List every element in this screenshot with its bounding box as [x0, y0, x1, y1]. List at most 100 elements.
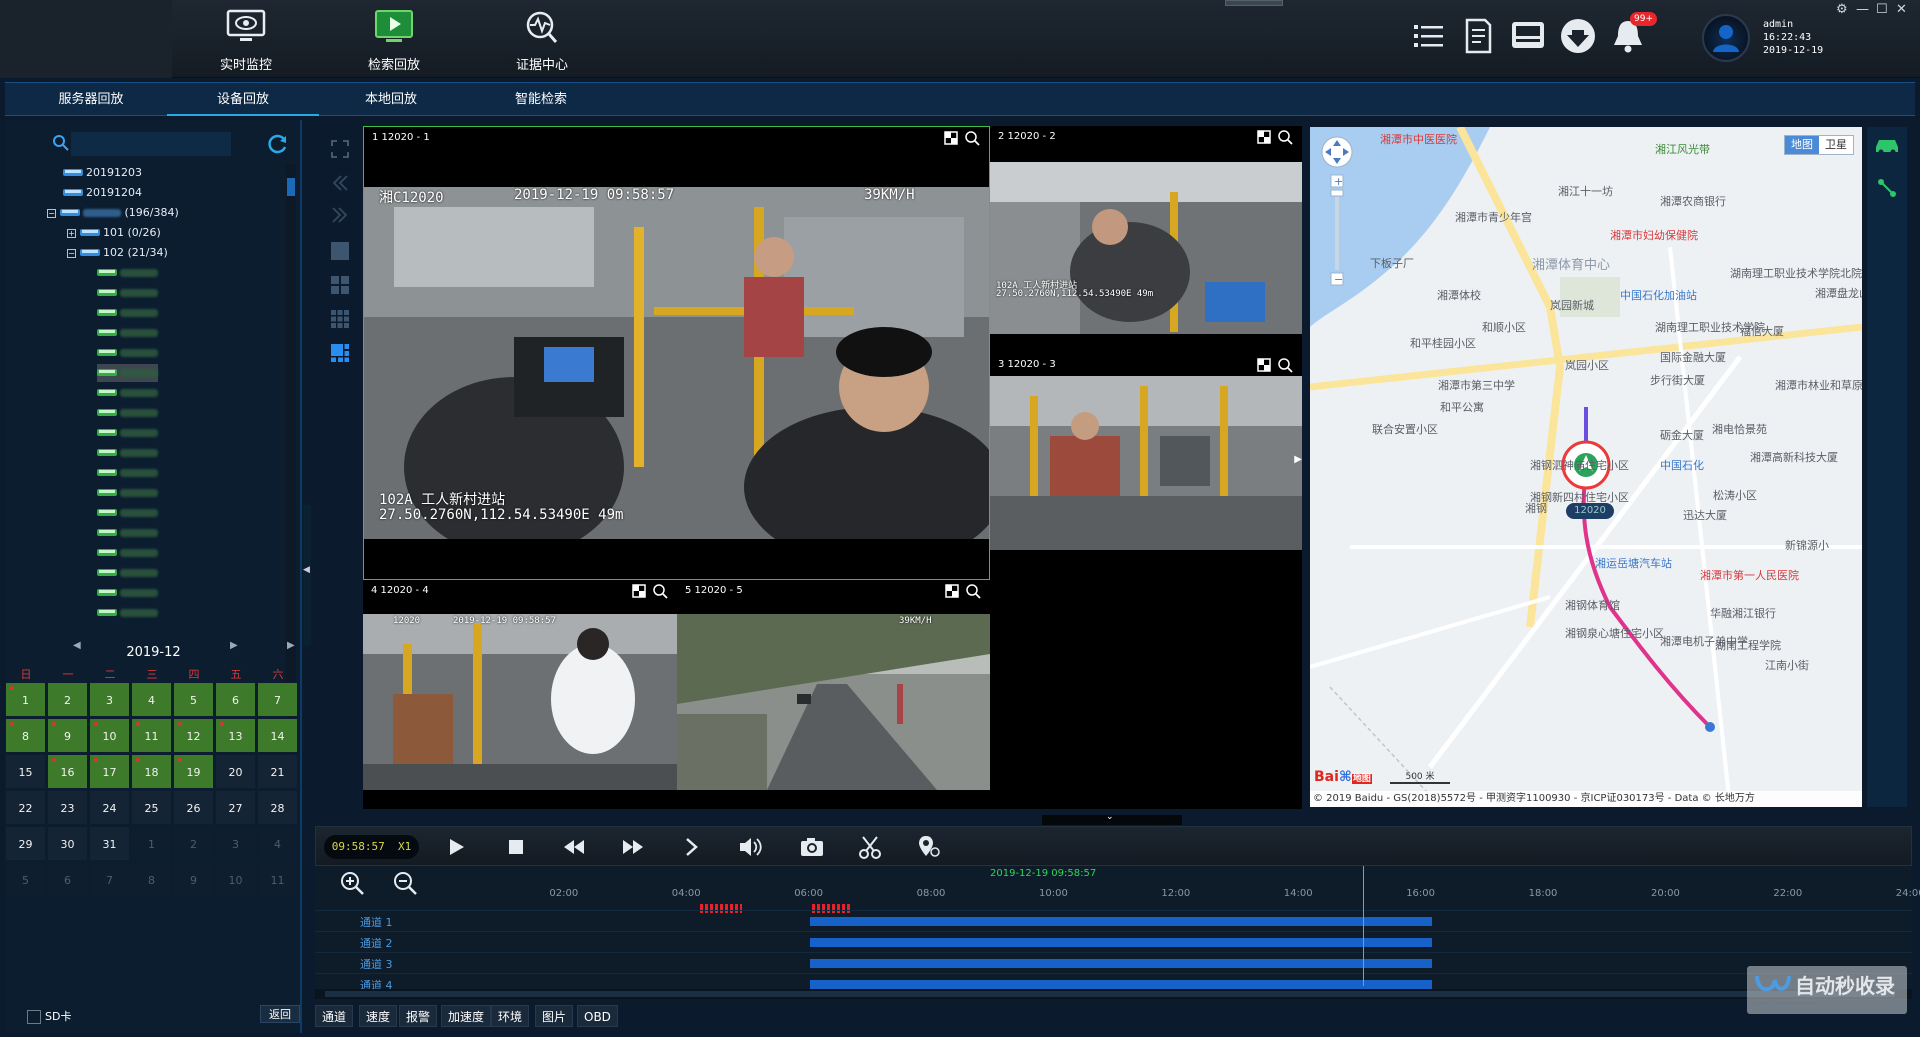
- calendar-day[interactable]: 17: [89, 754, 130, 789]
- tree-vehicle-item[interactable]: [97, 484, 158, 502]
- volume-icon[interactable]: [736, 833, 764, 861]
- data-tab[interactable]: 环境: [491, 1005, 530, 1027]
- calendar-day[interactable]: 11: [257, 862, 298, 897]
- video-cell-2[interactable]: 2 12020 - 2 102A 工人新村进站 27.50.2760N,112.…: [990, 126, 1302, 354]
- tree-vehicle-item[interactable]: [97, 304, 158, 322]
- map-type-map[interactable]: 地图: [1785, 136, 1819, 154]
- map-type-satellite[interactable]: 卫星: [1819, 136, 1853, 154]
- tree-vehicle-item[interactable]: [97, 584, 158, 602]
- video-cell-3[interactable]: 3 12020 - 3 ▶: [990, 354, 1302, 580]
- maximize-icon[interactable]: ☐: [1876, 2, 1888, 17]
- tree-vehicle-item[interactable]: [97, 504, 158, 522]
- scissors-icon[interactable]: [856, 833, 884, 861]
- calendar-day[interactable]: 7: [257, 682, 298, 717]
- next-year-icon[interactable]: ▶: [287, 640, 295, 651]
- tree-vehicle-item[interactable]: [97, 544, 158, 562]
- calendar-day[interactable]: 30: [47, 826, 88, 861]
- map-poi-label[interactable]: 湖南工程学院: [1715, 637, 1781, 653]
- layout-6-icon[interactable]: [330, 343, 350, 363]
- tab-device-playback[interactable]: 设备回放: [167, 83, 319, 116]
- car-icon[interactable]: [1873, 135, 1901, 155]
- map-poi-label[interactable]: 江南小街: [1765, 657, 1809, 673]
- chevron-right-icon[interactable]: ▶: [1294, 454, 1302, 465]
- tree-vehicle-item[interactable]: [97, 364, 158, 382]
- video-cell-5[interactable]: 5 12020 - 5 39KM/H: [677, 580, 990, 807]
- tree-route[interactable]: − 102 (21/34): [67, 244, 168, 262]
- calendar-day[interactable]: 12: [173, 718, 214, 753]
- collapse-icon[interactable]: −: [47, 208, 56, 218]
- layout-9-icon[interactable]: [330, 309, 350, 329]
- tree-vehicle-item[interactable]: [97, 384, 158, 402]
- fast-forward-icon[interactable]: [619, 833, 647, 861]
- channel-label[interactable]: 通道 3: [360, 956, 393, 972]
- vehicle-marker-label[interactable]: 12020: [1566, 503, 1614, 519]
- calendar-day[interactable]: 31: [89, 826, 130, 861]
- tree-vehicle-item[interactable]: [97, 424, 158, 442]
- tree-item-date[interactable]: 20191203: [63, 164, 142, 182]
- nav-evidence-center[interactable]: 证据中心: [468, 0, 616, 78]
- map-poi-label[interactable]: 湘钢泗神庙住宅小区: [1530, 457, 1629, 473]
- calendar-day[interactable]: 6: [47, 862, 88, 897]
- tree-vehicle-item[interactable]: [97, 344, 158, 362]
- calendar-day[interactable]: 5: [173, 682, 214, 717]
- channel-label[interactable]: 通道 2: [360, 935, 393, 951]
- data-tab[interactable]: OBD: [577, 1005, 618, 1027]
- fullscreen-icon[interactable]: [330, 139, 350, 159]
- inbox-icon[interactable]: [1508, 16, 1548, 56]
- map-poi-label[interactable]: 湘潭市中医医院: [1380, 131, 1457, 147]
- location-pin-icon[interactable]: [915, 833, 943, 861]
- map-poi-label[interactable]: 松涛小区: [1713, 487, 1757, 503]
- tree-vehicle-item[interactable]: [97, 444, 158, 462]
- recording-segment[interactable]: [810, 959, 1433, 968]
- data-tab[interactable]: 速度: [359, 1005, 398, 1027]
- calendar-day[interactable]: 29: [5, 826, 46, 861]
- tab-smart-search[interactable]: 智能检索: [465, 83, 617, 116]
- calendar-day[interactable]: 4: [131, 682, 172, 717]
- download-icon[interactable]: [1558, 16, 1598, 56]
- zoom-out-icon[interactable]: [392, 870, 418, 896]
- calendar-day[interactable]: 9: [47, 718, 88, 753]
- checkbox[interactable]: [27, 1010, 41, 1024]
- calendar-day[interactable]: 2: [47, 682, 88, 717]
- scroll-thumb[interactable]: [325, 991, 1895, 997]
- map-poi-label[interactable]: 中国石化加油站: [1620, 287, 1697, 303]
- calendar-day[interactable]: 14: [257, 718, 298, 753]
- tree-vehicle-item[interactable]: [97, 564, 158, 582]
- timeline-channel-row[interactable]: 通道 1: [315, 910, 1912, 930]
- camera-icon[interactable]: [798, 833, 826, 861]
- map-poi-label[interactable]: 湘潭体校: [1437, 287, 1481, 303]
- channel-label[interactable]: 通道 1: [360, 914, 393, 930]
- calendar-day[interactable]: 24: [89, 790, 130, 825]
- map-poi-label[interactable]: 和顺小区: [1482, 319, 1526, 335]
- tree-vehicle-item[interactable]: [97, 464, 158, 482]
- rewind-icon[interactable]: [560, 833, 588, 861]
- calendar-day[interactable]: 22: [5, 790, 46, 825]
- calendar-day[interactable]: 10: [215, 862, 256, 897]
- calendar-day[interactable]: 19: [173, 754, 214, 789]
- data-tab[interactable]: 报警: [399, 1005, 438, 1027]
- map-poi-label[interactable]: 湖南理工职业技术学院北院: [1730, 265, 1862, 281]
- map-poi-label[interactable]: 华融湘江银行: [1710, 605, 1776, 621]
- calendar-day[interactable]: 3: [215, 826, 256, 861]
- map-poi-label[interactable]: 砺金大厦: [1660, 427, 1704, 443]
- calendar-day[interactable]: 26: [173, 790, 214, 825]
- map-poi-label[interactable]: 湘电恰景苑: [1712, 421, 1767, 437]
- calendar-day[interactable]: 21: [257, 754, 298, 789]
- search-icon[interactable]: [52, 134, 70, 152]
- calendar-day[interactable]: 7: [89, 862, 130, 897]
- tree-vehicle-item[interactable]: [97, 284, 158, 302]
- tab-local-playback[interactable]: 本地回放: [315, 83, 467, 116]
- tree-item-date[interactable]: 20191204: [63, 184, 142, 202]
- map-poi-label[interactable]: 联合安置小区: [1372, 421, 1438, 437]
- close-icon[interactable]: ✕: [1896, 2, 1907, 17]
- video-cell-4[interactable]: 4 12020 - 4 12020 2019-12-19 09:58:57: [363, 580, 677, 807]
- map-poi-label[interactable]: 迅达大厦: [1683, 507, 1727, 523]
- calendar-day[interactable]: 9: [173, 862, 214, 897]
- next-frame-icon[interactable]: [677, 833, 705, 861]
- scroll-thumb[interactable]: [287, 178, 295, 196]
- tree-route[interactable]: +101 (0/26): [67, 224, 161, 242]
- recording-segment[interactable]: [810, 938, 1433, 947]
- calendar-day[interactable]: 2: [173, 826, 214, 861]
- map-poi-label[interactable]: 国际金融大厦: [1660, 349, 1726, 365]
- map-poi-label[interactable]: 湘钢: [1525, 500, 1547, 516]
